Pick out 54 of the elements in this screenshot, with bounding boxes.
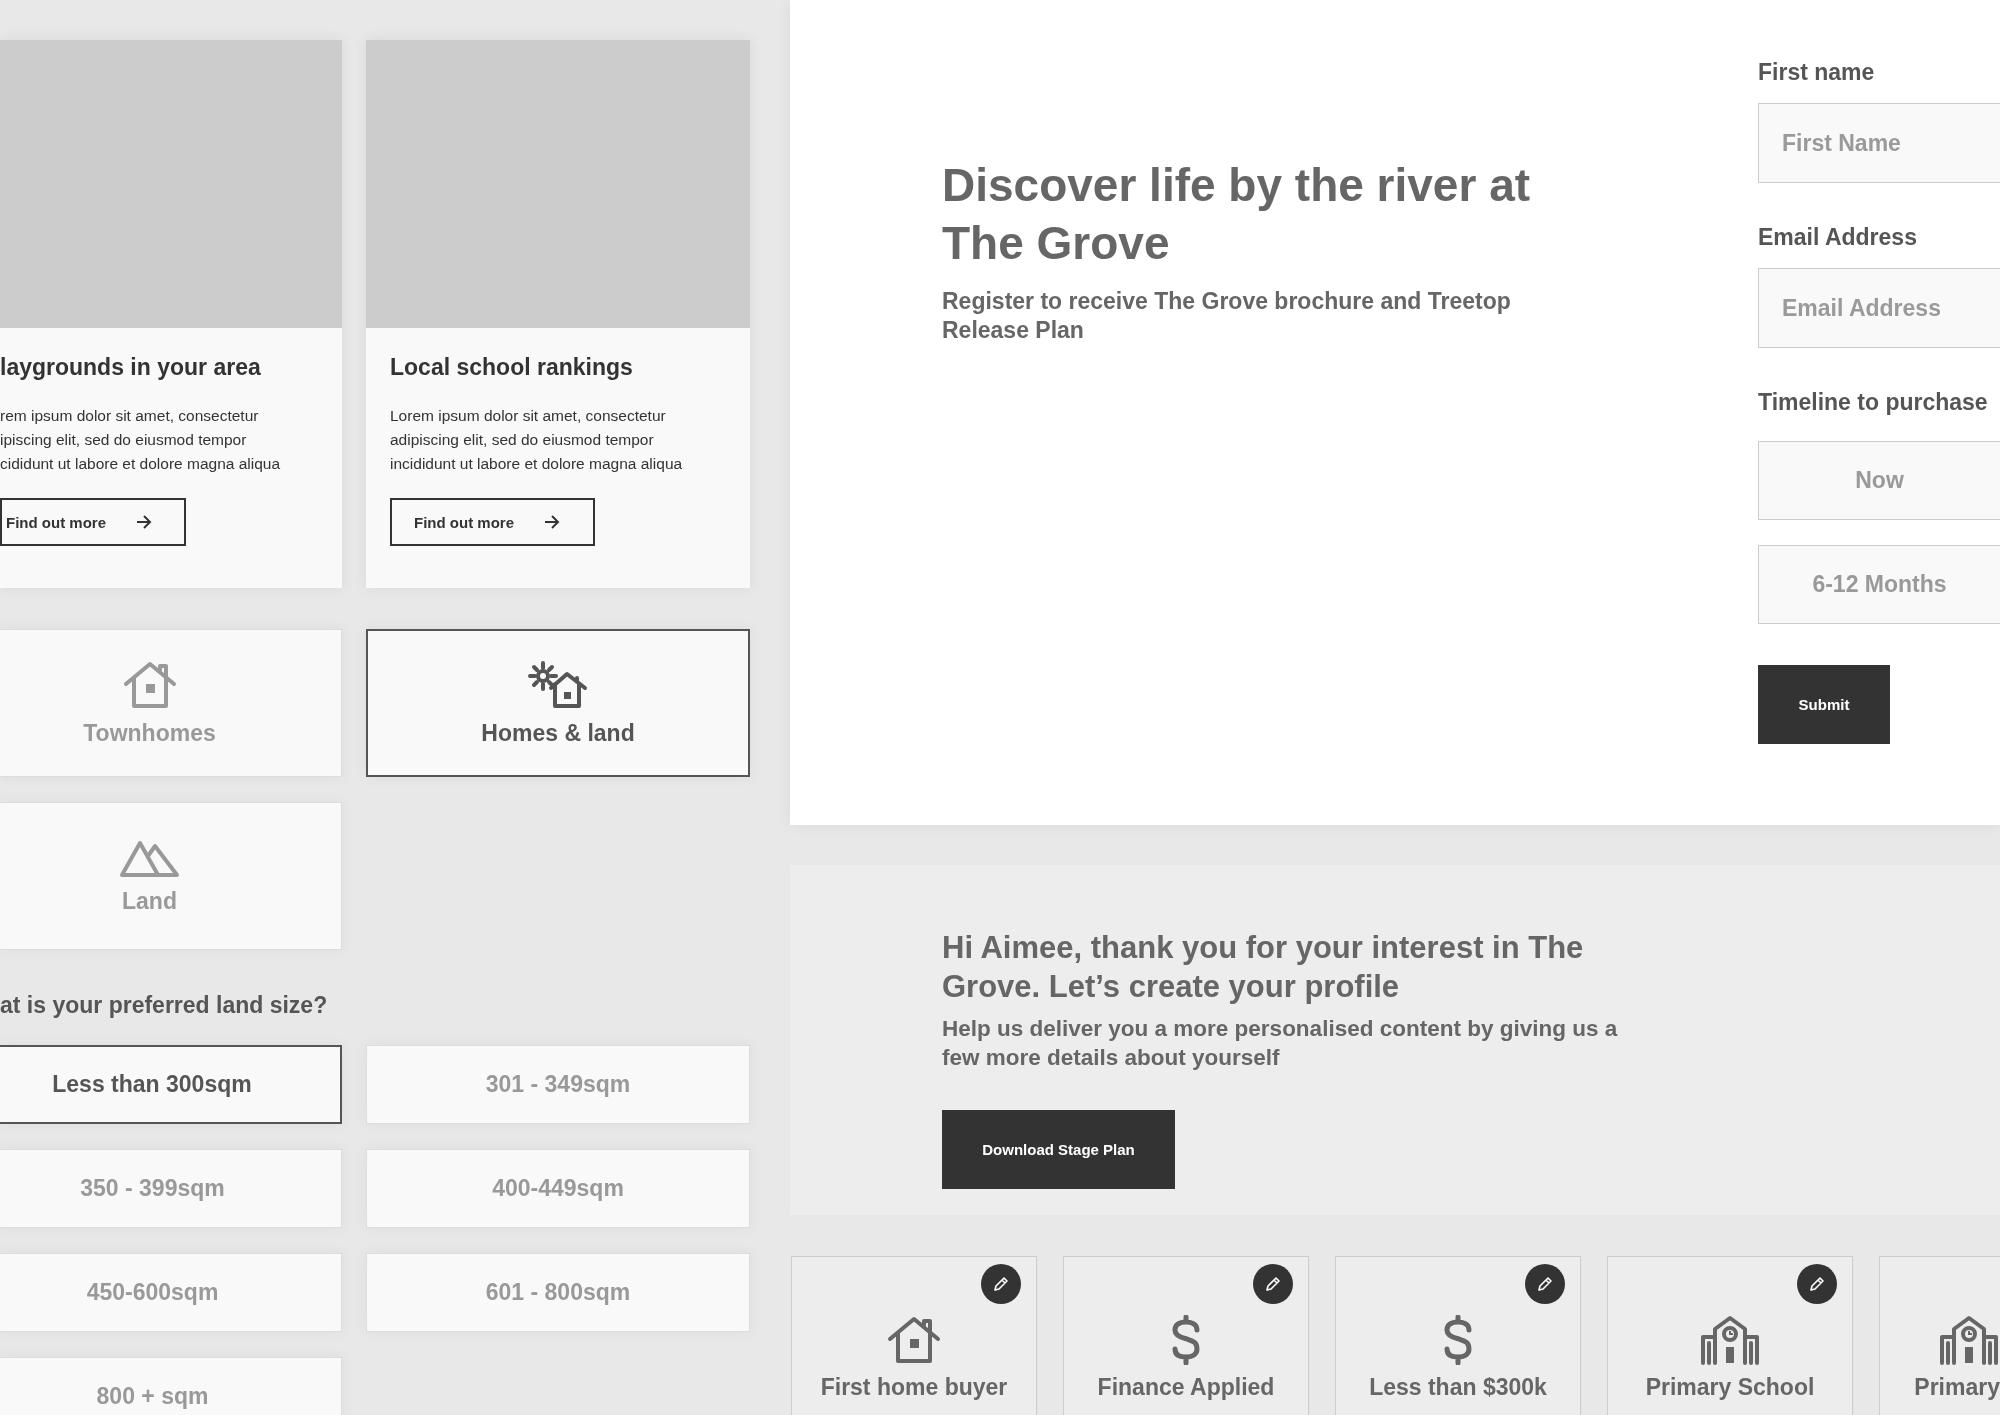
timeline-option[interactable]: 6-12 Months: [1758, 545, 2000, 624]
house-icon: [886, 1315, 942, 1365]
download-button[interactable]: Download Stage Plan: [942, 1110, 1175, 1189]
card-text: ipiscing elit, sed do eiusmod tempor: [0, 430, 248, 450]
property-type-option[interactable]: Homes & land: [366, 629, 750, 777]
card-text: cididunt ut labore et dolore magna aliqua: [0, 454, 282, 474]
tag-label: Finance Applied: [1097, 1373, 1275, 1401]
submit-button[interactable]: Submit: [1758, 665, 1890, 744]
card-text: rem ipsum dolor sit amet, consectetur: [0, 406, 260, 426]
land-size-option[interactable]: 350 - 399sqm: [0, 1149, 342, 1228]
edit-button[interactable]: [981, 1264, 1021, 1304]
land-size-option[interactable]: 400-449sqm: [366, 1149, 750, 1228]
school-icon: [1938, 1315, 2000, 1365]
input-field[interactable]: Email Address: [1758, 268, 2000, 348]
edit-button[interactable]: [1797, 1264, 1837, 1304]
edit-button[interactable]: [1253, 1264, 1293, 1304]
property-type-option[interactable]: Townhomes: [0, 629, 342, 777]
land-size-option[interactable]: Less than 300sqm: [0, 1045, 342, 1124]
profile-heading: Hi Aimee, thank you for your interest in The Grove. Let’s create your profile: [942, 929, 1585, 1006]
field-label: Email Address: [1758, 223, 1918, 251]
input-field[interactable]: First Name: [1758, 103, 2000, 183]
card-title: Local school rankings: [390, 353, 634, 382]
profile-subheading: Help us deliver you a more personalised content by giving us a few more details about yourself: [942, 1015, 1619, 1072]
house-with-sun-icon: [527, 659, 589, 710]
arrow-right-icon: [136, 515, 152, 529]
arrow-right-icon: [544, 515, 560, 529]
card-text: Lorem ipsum dolor sit amet, consectetur: [390, 406, 667, 426]
pencil-icon: [1263, 1274, 1283, 1294]
school-icon: [1699, 1315, 1761, 1365]
land-size-option[interactable]: 301 - 349sqm: [366, 1045, 750, 1124]
tag-label: First home buyer: [820, 1373, 1008, 1401]
pencil-icon: [1807, 1274, 1827, 1294]
find-out-more-button[interactable]: Find out more: [0, 498, 186, 546]
pencil-icon: [1535, 1274, 1555, 1294]
hero-heading: Discover life by the river at The Grove: [942, 158, 1532, 271]
card-text: adipiscing elit, sed do eiusmod tempor: [390, 430, 655, 450]
land-size-option[interactable]: 601 - 800sqm: [366, 1253, 750, 1332]
card-title: laygrounds in your area: [0, 353, 262, 382]
timeline-option[interactable]: Now: [1758, 441, 2000, 520]
land-size-option[interactable]: 800 + sqm: [0, 1357, 342, 1415]
find-out-more-button[interactable]: Find out more: [390, 498, 595, 546]
land-size-question: at is your preferred land size?: [0, 991, 329, 1020]
house-icon: [121, 659, 178, 710]
card-text: incididunt ut labore et dolore magna aliqua: [390, 454, 684, 474]
tag-label: Less than $300k: [1369, 1373, 1547, 1401]
field-label: Timeline to purchase: [1758, 388, 1989, 416]
edit-button[interactable]: [1525, 1264, 1565, 1304]
tag-label: Primary School: [1645, 1373, 1815, 1401]
field-label: First name: [1758, 58, 1876, 86]
property-type-option[interactable]: Land: [0, 802, 342, 950]
land-size-option[interactable]: 450-600sqm: [0, 1253, 342, 1332]
pencil-icon: [991, 1274, 1011, 1294]
tag-label: Primary: [1914, 1373, 2000, 1401]
hero-subheading: Register to receive The Grove brochure and Treetop Release Plan: [942, 287, 1512, 345]
